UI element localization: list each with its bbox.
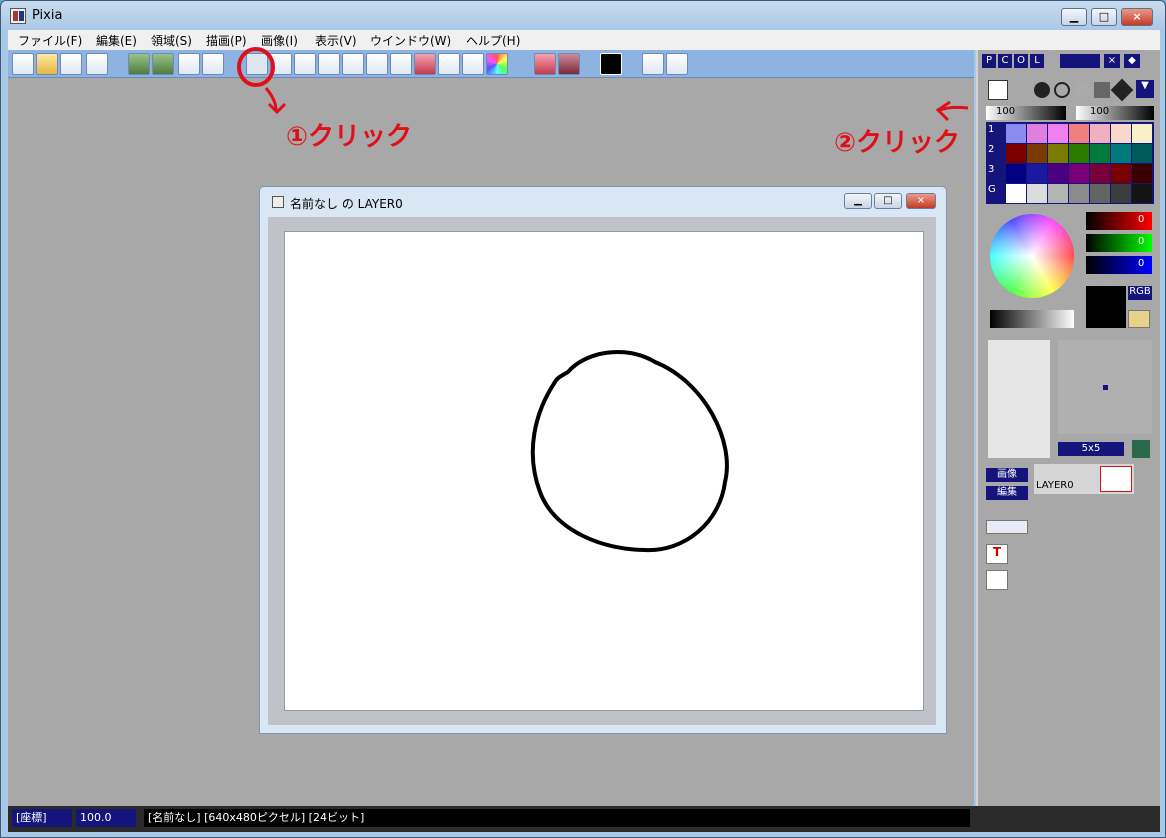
tab-l[interactable]: L bbox=[1030, 54, 1044, 68]
palette-swatch[interactable] bbox=[1069, 184, 1089, 203]
palette-swatch[interactable] bbox=[1048, 144, 1068, 163]
brush-shape-grid[interactable] bbox=[988, 340, 1050, 458]
palette-swatch[interactable] bbox=[1027, 144, 1047, 163]
color-palette: 1 2 3 G bbox=[986, 122, 1154, 204]
palette-swatch[interactable] bbox=[1111, 164, 1131, 183]
palette-swatch[interactable] bbox=[1006, 184, 1026, 203]
palette-swatch[interactable] bbox=[1006, 164, 1026, 183]
palette-row-2-label: 2 bbox=[988, 144, 995, 155]
doc-close-button[interactable]: × bbox=[906, 193, 936, 209]
panel-arrange-icon[interactable] bbox=[1060, 54, 1100, 68]
brush-preview bbox=[1058, 340, 1152, 434]
blue-value: 0 bbox=[1138, 258, 1145, 269]
palette-swatch[interactable] bbox=[1048, 184, 1068, 203]
status-bar: [座標] 100.0 [名前なし] [640x480ピクセル] [24ビット] bbox=[8, 806, 1160, 832]
palette-swatch[interactable] bbox=[1090, 164, 1110, 183]
palette-swatch[interactable] bbox=[1027, 184, 1047, 203]
layer-property-field[interactable] bbox=[986, 520, 1028, 534]
palette-swatch[interactable] bbox=[1111, 124, 1131, 143]
palette-swatches bbox=[1006, 122, 1154, 204]
pen-brush-icon[interactable] bbox=[988, 80, 1008, 100]
doc-minimize-button[interactable]: ▁ bbox=[844, 193, 872, 209]
opacity-value: 100 bbox=[996, 106, 1016, 117]
palette-swatch[interactable] bbox=[1048, 164, 1068, 183]
soft-brush-icon[interactable] bbox=[1074, 82, 1090, 98]
palette-swatch[interactable] bbox=[1132, 144, 1152, 163]
red-value: 0 bbox=[1138, 214, 1145, 225]
palette-swatch[interactable] bbox=[1006, 144, 1026, 163]
maximize-icon: □ bbox=[883, 195, 893, 206]
brush-size-label[interactable]: 5x5 bbox=[1058, 442, 1124, 456]
palette-row-g-label: G bbox=[988, 184, 996, 195]
document-icon bbox=[272, 196, 284, 208]
color-wheel[interactable] bbox=[990, 214, 1074, 298]
arrow-2 bbox=[939, 105, 969, 112]
palette-swatch[interactable] bbox=[1069, 144, 1089, 163]
palette-swatch[interactable] bbox=[1132, 124, 1152, 143]
palette-swatch[interactable] bbox=[1132, 184, 1152, 203]
text-tool-icon[interactable]: T bbox=[986, 544, 1008, 564]
palette-swatch[interactable] bbox=[1048, 124, 1068, 143]
coordinate-label: [座標] bbox=[12, 809, 72, 827]
doc-maximize-button[interactable]: □ bbox=[874, 193, 902, 209]
layer-name: LAYER0 bbox=[1036, 480, 1074, 491]
arrowhead-2 bbox=[935, 100, 951, 122]
palette-swatch[interactable] bbox=[1027, 124, 1047, 143]
tab-o[interactable]: O bbox=[1014, 54, 1028, 68]
canvas-frame bbox=[268, 217, 936, 725]
image-info: [名前なし] [640x480ピクセル] [24ビット] bbox=[144, 809, 970, 827]
layer-edit-button[interactable]: 編集 bbox=[986, 486, 1028, 500]
zoom-level: 100.0 bbox=[76, 809, 136, 827]
document-title: 名前なし の LAYER0 bbox=[290, 197, 403, 211]
palette-row-1-label: 1 bbox=[988, 124, 995, 135]
palette-swatch[interactable] bbox=[1027, 164, 1047, 183]
palette-swatch[interactable] bbox=[1111, 184, 1131, 203]
layer-thumbnail bbox=[1100, 466, 1132, 492]
density-slider[interactable] bbox=[1076, 106, 1154, 120]
curve-brush-icon[interactable] bbox=[1054, 82, 1070, 98]
palette-row-3-label: 3 bbox=[988, 164, 995, 175]
density-value: 100 bbox=[1090, 106, 1110, 117]
fill-brush-icon[interactable] bbox=[1110, 78, 1134, 102]
drawing-canvas[interactable] bbox=[284, 231, 924, 711]
annotation-click-2: ②クリック bbox=[834, 128, 961, 158]
palette-swatch[interactable] bbox=[1111, 144, 1131, 163]
brush-type-icon[interactable] bbox=[1034, 82, 1050, 98]
brush-pattern-icon[interactable] bbox=[1132, 440, 1150, 458]
document-window: 名前なし の LAYER0 ▁ □ × bbox=[259, 186, 947, 734]
brush-menu-icon[interactable]: ▼ bbox=[1136, 80, 1154, 98]
tab-p[interactable]: P bbox=[982, 54, 996, 68]
palette-swatch[interactable] bbox=[1006, 124, 1026, 143]
annotation-click-1: ①クリック bbox=[286, 122, 413, 152]
panel-close-icon[interactable]: × bbox=[1104, 54, 1120, 68]
color-mode-button[interactable]: RGB bbox=[1128, 286, 1152, 300]
layer-image-button[interactable]: 画像 bbox=[986, 468, 1028, 482]
green-value: 0 bbox=[1138, 236, 1145, 247]
tool-panel: P C O L × ◆ ▼ 100 100 1 2 3 G 0 0 0 RGB … bbox=[976, 50, 1160, 806]
circle-drawing bbox=[530, 350, 729, 553]
color-preview bbox=[1086, 286, 1126, 328]
palette-swatch[interactable] bbox=[1132, 164, 1152, 183]
palette-swatch[interactable] bbox=[1090, 184, 1110, 203]
layer-item[interactable]: LAYER0 bbox=[1034, 464, 1134, 494]
highlight-circle-1 bbox=[237, 47, 275, 87]
minimize-icon: ▁ bbox=[854, 195, 862, 206]
tab-c[interactable]: C bbox=[998, 54, 1012, 68]
palette-swatch[interactable] bbox=[1090, 124, 1110, 143]
blend-brush-icon[interactable] bbox=[1094, 82, 1110, 98]
color-folder-icon[interactable] bbox=[1128, 310, 1150, 328]
palette-swatch[interactable] bbox=[1069, 164, 1089, 183]
palette-swatch[interactable] bbox=[1090, 144, 1110, 163]
gray-slider[interactable] bbox=[990, 310, 1074, 328]
palette-swatch[interactable] bbox=[1069, 124, 1089, 143]
panel-toggle-icon[interactable]: ◆ bbox=[1124, 54, 1140, 68]
layer-list-icon[interactable] bbox=[986, 570, 1008, 590]
